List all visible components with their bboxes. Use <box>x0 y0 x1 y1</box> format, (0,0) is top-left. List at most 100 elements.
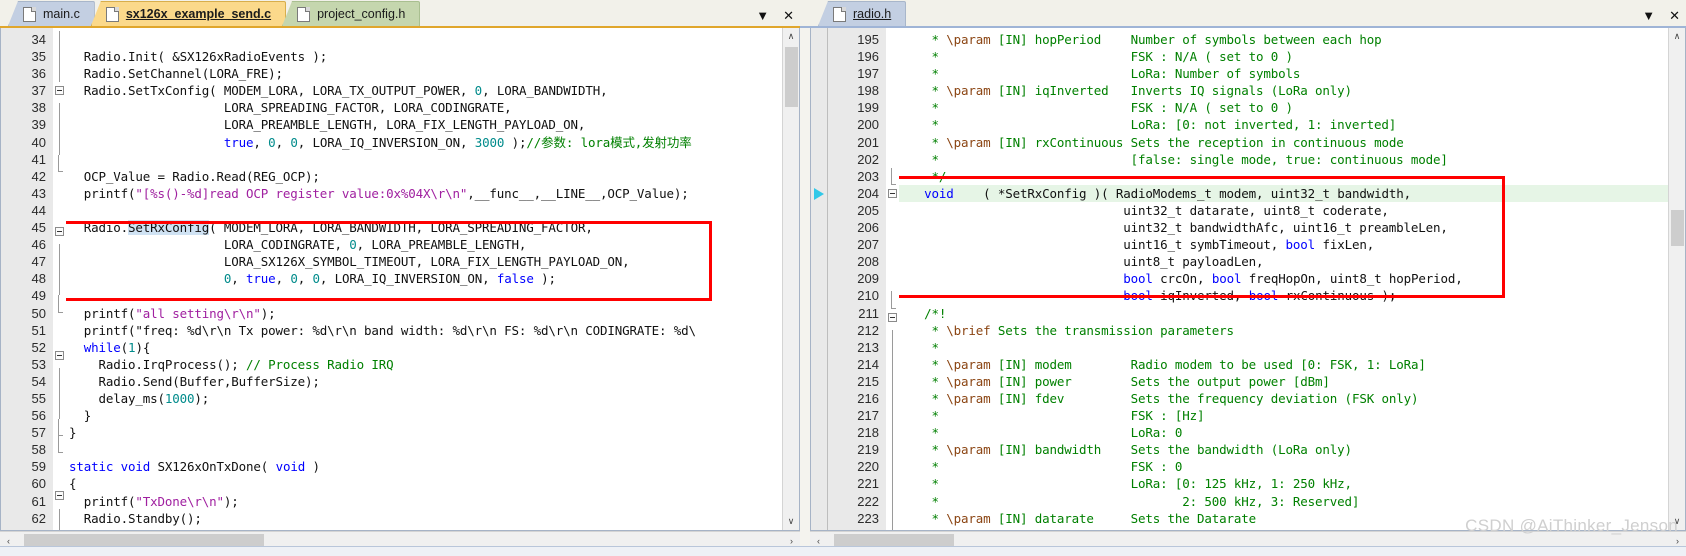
vertical-scrollbar-left[interactable]: ∧ ∨ <box>782 28 799 530</box>
code-line[interactable]: * \param [IN] datarate Sets the Datarate <box>899 510 1668 527</box>
code-line[interactable]: uint8_t payloadLen, <box>899 253 1668 270</box>
marker-slot[interactable] <box>811 99 827 116</box>
marker-slot[interactable] <box>811 393 827 410</box>
tab-sx126x-example-send-c[interactable]: sx126x_example_send.c <box>90 1 287 26</box>
vertical-scroll-thumb[interactable] <box>785 47 798 107</box>
code-line[interactable]: Radio.Standby(); <box>66 510 782 527</box>
marker-slot[interactable] <box>811 496 827 513</box>
code-line[interactable] <box>66 151 782 168</box>
code-line[interactable]: Radio.IrqProcess(); // Process Radio IRQ <box>66 356 782 373</box>
fold-toggle[interactable] <box>53 350 66 368</box>
fold-toggle[interactable] <box>53 227 66 244</box>
marker-slot[interactable] <box>811 65 827 82</box>
code-line[interactable]: * FSK : 0 <box>899 458 1668 475</box>
code-line[interactable] <box>66 441 782 458</box>
chevron-down-icon[interactable]: ▼ <box>1642 9 1655 22</box>
marker-slot[interactable] <box>811 478 827 495</box>
code-line[interactable]: Radio.SetChannel(LORA_FRE); <box>66 65 782 82</box>
code-line[interactable]: bool crcOn, bool freqHopOn, uint8_t hopP… <box>899 270 1668 287</box>
code-line[interactable]: * <box>899 339 1668 356</box>
code-line[interactable]: * \param [IN] modem Radio modem to be us… <box>899 356 1668 373</box>
code-surface-left[interactable]: 34 35 36 37 38 39 40 41 42 43 44 45 46 47 48 49 50 51 52 53… <box>1 28 782 530</box>
code-line[interactable]: * \param [IN] iqInverted Inverts IQ sign… <box>899 82 1668 99</box>
code-line[interactable]: } <box>66 407 782 424</box>
code-line[interactable]: */ <box>899 168 1668 185</box>
code-line[interactable]: } <box>66 424 782 441</box>
fold-toggle[interactable] <box>53 491 66 508</box>
marker-slot[interactable] <box>811 273 827 290</box>
marker-slot[interactable] <box>811 48 827 65</box>
code-line[interactable]: printf("[%s()-%d]read OCP register value… <box>66 185 782 202</box>
code-line[interactable]: * FSK : 600..300000 bits/s <box>899 527 1668 530</box>
marker-slot[interactable] <box>811 342 827 359</box>
marker-slot[interactable] <box>811 325 827 342</box>
vertical-scroll-thumb[interactable] <box>1671 210 1684 246</box>
code-line[interactable]: Radio.SetTxConfig( MODEM_LORA, LORA_TX_O… <box>66 82 782 99</box>
code-surface-right[interactable]: 195 196 197 198 199 200 201 202 203 204 205 206 207 2… <box>811 28 1668 530</box>
marker-slot[interactable] <box>811 134 827 151</box>
fold-column-right[interactable] <box>886 28 899 530</box>
code-line[interactable]: uint32_t datarate, uint8_t coderate, <box>899 202 1668 219</box>
code-line[interactable]: delay_ms(1000); <box>66 390 782 407</box>
code-line[interactable]: true, 0, 0, LORA_IQ_INVERSION_ON, 3000 )… <box>66 134 782 151</box>
code-line[interactable] <box>66 527 782 530</box>
code-line[interactable] <box>66 202 782 219</box>
code-line[interactable]: Radio.Init( &SX126xRadioEvents ); <box>66 48 782 65</box>
vertical-scrollbar-right[interactable]: ∧ ∨ <box>1668 28 1685 530</box>
code-line[interactable]: LORA_PREAMBLE_LENGTH, LORA_FIX_LENGTH_PA… <box>66 116 782 133</box>
code-text-left[interactable]: Radio.Init( &SX126xRadioEvents ); Radio.… <box>66 28 782 530</box>
code-line[interactable]: * \brief Sets the transmission parameter… <box>899 322 1668 339</box>
code-line[interactable]: uint16_t symbTimeout, bool fixLen, <box>899 236 1668 253</box>
code-line[interactable]: 0, true, 0, 0, LORA_IQ_INVERSION_ON, fal… <box>66 270 782 287</box>
code-line[interactable]: LORA_SPREADING_FACTOR, LORA_CODINGRATE, <box>66 99 782 116</box>
marker-slot[interactable] <box>811 308 827 325</box>
scroll-down-button[interactable]: ∨ <box>1668 513 1685 530</box>
code-line[interactable]: /*! <box>899 305 1668 322</box>
marker-slot[interactable] <box>811 376 827 393</box>
code-line[interactable]: * \param [IN] bandwidth Sets the bandwid… <box>899 441 1668 458</box>
breakpoint-marker-column[interactable] <box>811 28 828 530</box>
code-line[interactable]: * FSK : N/A ( set to 0 ) <box>899 48 1668 65</box>
code-line[interactable]: OCP_Value = Radio.Read(REG_OCP); <box>66 168 782 185</box>
code-line[interactable]: while(1){ <box>66 339 782 356</box>
marker-slot[interactable] <box>811 205 827 222</box>
code-line[interactable]: * \param [IN] power Sets the output powe… <box>899 373 1668 390</box>
fold-toggle[interactable] <box>886 188 899 206</box>
marker-slot[interactable] <box>811 116 827 133</box>
chevron-down-icon[interactable]: ▼ <box>756 9 769 22</box>
code-line[interactable]: { <box>66 475 782 492</box>
code-line[interactable]: Radio.Send(Buffer,BufferSize); <box>66 373 782 390</box>
code-line[interactable]: * LoRa: 0 <box>899 424 1668 441</box>
code-line[interactable]: printf("all setting\r\n"); <box>66 305 782 322</box>
code-line[interactable]: static void SX126xOnTxDone( void ) <box>66 458 782 475</box>
code-line[interactable]: * LoRa: [0: 125 kHz, 1: 250 kHz, <box>899 475 1668 492</box>
scroll-up-button[interactable]: ∧ <box>782 28 799 45</box>
marker-slot[interactable] <box>811 290 827 307</box>
marker-slot[interactable] <box>811 151 827 168</box>
close-icon[interactable]: ✕ <box>1669 9 1680 22</box>
marker-slot[interactable] <box>811 31 827 48</box>
code-line[interactable]: LORA_CODINGRATE, 0, LORA_PREAMBLE_LENGTH… <box>66 236 782 253</box>
code-line[interactable]: * \param [IN] fdev Sets the frequency de… <box>899 390 1668 407</box>
code-line[interactable]: * \param [IN] rxContinuous Sets the rece… <box>899 134 1668 151</box>
code-line[interactable]: void ( *SetRxConfig )( RadioModems_t mod… <box>899 184 1668 202</box>
code-line[interactable]: * FSK : N/A ( set to 0 ) <box>899 99 1668 116</box>
code-text-right[interactable]: * \param [IN] hopPeriod Number of symbol… <box>899 28 1668 530</box>
code-line[interactable]: * 2: 500 kHz, 3: Reserved] <box>899 493 1668 510</box>
fold-toggle[interactable] <box>886 312 899 330</box>
marker-slot[interactable] <box>811 444 827 461</box>
code-line[interactable]: printf("freq: %d\r\n Tx power: %d\r\n ba… <box>66 322 782 339</box>
code-line[interactable]: * [false: single mode, true: continuous … <box>899 151 1668 168</box>
scroll-up-button[interactable]: ∧ <box>1668 28 1685 45</box>
marker-slot[interactable] <box>811 427 827 444</box>
code-line[interactable]: * LoRa: [0: not inverted, 1: inverted] <box>899 116 1668 133</box>
code-line[interactable]: * FSK : [Hz] <box>899 407 1668 424</box>
marker-slot[interactable] <box>811 168 827 185</box>
code-line[interactable] <box>66 31 782 48</box>
tab-project-config-h[interactable]: project_config.h <box>282 1 421 26</box>
code-line[interactable]: * LoRa: Number of symbols <box>899 65 1668 82</box>
tab-radio-h[interactable]: radio.h <box>818 1 907 26</box>
tab-main-c[interactable]: main.c <box>8 1 95 26</box>
marker-slot[interactable] <box>811 410 827 427</box>
marker-slot[interactable] <box>811 461 827 478</box>
